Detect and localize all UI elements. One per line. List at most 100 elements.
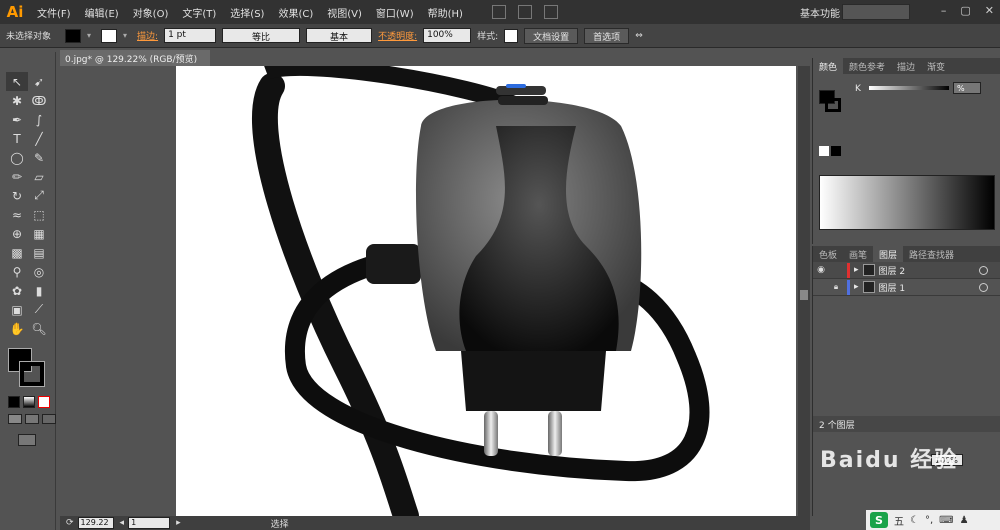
restore-icon[interactable]: ▢	[960, 4, 970, 17]
artboard-field[interactable]: 1	[128, 517, 171, 529]
none-mode-icon[interactable]	[38, 396, 50, 408]
moon-icon[interactable]: ☾	[910, 515, 919, 526]
tab-layers[interactable]: 图层	[873, 246, 904, 262]
ellipse-tool-icon[interactable]: ◯	[6, 148, 28, 167]
style-swatch[interactable]	[504, 28, 519, 43]
menu-effect[interactable]: 效果(C)	[271, 5, 320, 20]
stroke-label[interactable]: 描边:	[137, 29, 158, 42]
draw-normal-icon[interactable]	[8, 414, 22, 424]
draw-behind-icon[interactable]	[25, 414, 39, 424]
panel-stroke-swatch[interactable]	[825, 98, 841, 112]
stroke-swatch[interactable]	[101, 28, 118, 43]
symbol-sprayer-icon[interactable]: ✿	[6, 281, 28, 300]
document-setup-button[interactable]: 文档设置	[524, 27, 579, 44]
hand-tool-icon[interactable]: ✋	[6, 319, 28, 338]
tab-swatches[interactable]: 色板	[813, 246, 843, 262]
prev-artboard-icon[interactable]: ◂	[120, 518, 125, 528]
draw-inside-icon[interactable]	[42, 414, 56, 424]
visibility-eye-icon[interactable]: ◉	[813, 265, 829, 275]
direct-selection-tool-icon[interactable]: ➹	[28, 72, 50, 91]
color-mode-icon[interactable]	[8, 396, 20, 408]
stroke-color-box[interactable]	[19, 361, 45, 387]
workspace-switcher[interactable]: 基本功能	[800, 5, 840, 20]
menu-help[interactable]: 帮助(H)	[421, 5, 470, 20]
canvas[interactable]	[60, 66, 798, 516]
search-input[interactable]	[842, 4, 910, 20]
scrollbar-thumb[interactable]	[800, 290, 808, 300]
tab-color-guide[interactable]: 颜色参考	[843, 58, 891, 74]
tab-brushes[interactable]: 画笔	[843, 246, 873, 262]
expand-arrow-icon[interactable]: ▸	[854, 282, 859, 292]
pen-tool-icon[interactable]: ✒	[6, 110, 28, 129]
opacity-label[interactable]: 不透明度:	[378, 29, 417, 42]
layer-row[interactable]: ◉ ▸ 图层 2	[813, 262, 1000, 279]
menu-type[interactable]: 文字(T)	[175, 5, 223, 20]
column-graph-icon[interactable]: ▮	[28, 281, 50, 300]
arrange-icon[interactable]: ⇔	[635, 31, 643, 41]
arrange-documents-icon[interactable]	[517, 5, 532, 19]
bridge-icon[interactable]	[491, 5, 506, 19]
opacity-field[interactable]: 100%	[423, 28, 472, 43]
type-tool-icon[interactable]: T	[6, 129, 28, 148]
fill-swatch[interactable]	[65, 28, 82, 43]
tab-stroke[interactable]: 描边	[891, 58, 921, 74]
shape-builder-icon[interactable]: ⊕	[6, 224, 28, 243]
expand-arrow-icon[interactable]: ▸	[854, 265, 859, 275]
preferences-button[interactable]: 首选项	[584, 27, 630, 44]
white-swatch[interactable]	[819, 146, 829, 156]
blend-tool-icon[interactable]: ◎	[28, 262, 50, 281]
free-transform-icon[interactable]: ⬚	[28, 205, 50, 224]
variable-width-profile[interactable]: 等比	[222, 28, 301, 43]
screen-mode-icon[interactable]	[18, 434, 36, 446]
punctuation-icon[interactable]: °,	[925, 515, 933, 526]
scale-tool-icon[interactable]: ⤢	[28, 186, 50, 205]
gradient-tool-icon[interactable]: ▤	[28, 243, 50, 262]
minimize-icon[interactable]: –	[941, 4, 947, 17]
tab-color[interactable]: 颜色	[813, 58, 844, 74]
perspective-grid-icon[interactable]: ▦	[28, 224, 50, 243]
selection-tool-icon[interactable]: ↖	[6, 72, 28, 91]
menu-select[interactable]: 选择(S)	[223, 5, 271, 20]
layer-target-icon[interactable]	[979, 265, 988, 275]
skin-icon[interactable]: ♟	[960, 515, 969, 526]
stroke-weight-field[interactable]: 1 pt	[164, 28, 217, 43]
gradient-mode-icon[interactable]	[23, 396, 35, 408]
document-tab[interactable]: 0.jpg* @ 129.22% (RGB/预览)	[60, 50, 210, 66]
ime-mode[interactable]: 五	[894, 513, 904, 528]
warp-tool-icon[interactable]: ≈	[6, 205, 28, 224]
black-swatch[interactable]	[831, 146, 841, 156]
tab-gradient[interactable]: 渐变	[921, 58, 951, 74]
close-icon[interactable]: ✕	[985, 4, 994, 17]
brush-definition[interactable]: 基本	[306, 28, 373, 43]
slice-tool-icon[interactable]: ⟋	[28, 300, 50, 319]
chevron-down-icon[interactable]: ▾	[87, 31, 95, 40]
lock-icon[interactable]: 🔒︎	[829, 282, 843, 292]
pencil-icon[interactable]: ✏	[6, 167, 28, 186]
zoom-field[interactable]: 129.22	[77, 517, 114, 529]
eyedropper-icon[interactable]: ⚲	[6, 262, 28, 281]
menu-file[interactable]: 文件(F)	[30, 5, 78, 20]
paintbrush-icon[interactable]: ✎	[28, 148, 50, 167]
menu-window[interactable]: 窗口(W)	[369, 5, 421, 20]
magic-wand-icon[interactable]: ✱	[6, 91, 28, 110]
layer-target-icon[interactable]	[979, 282, 988, 292]
zoom-tool-icon[interactable]: 🔍︎	[28, 319, 50, 338]
next-artboard-icon[interactable]: ▸	[176, 518, 181, 528]
layer-name[interactable]: 图层 1	[879, 281, 906, 294]
keyboard-icon[interactable]: ⌨	[939, 515, 953, 526]
curvature-tool-icon[interactable]: ∫	[28, 110, 50, 129]
lasso-icon[interactable]: ↂ	[28, 91, 50, 110]
rotate-tool-icon[interactable]: ↻	[6, 186, 28, 205]
layer-name[interactable]: 图层 2	[879, 264, 906, 277]
line-tool-icon[interactable]: ╱	[28, 129, 50, 148]
menu-object[interactable]: 对象(O)	[126, 5, 176, 20]
k-slider[interactable]	[869, 86, 949, 90]
artboard-tool-icon[interactable]: ▣	[6, 300, 28, 319]
tab-pathfinder[interactable]: 路径查找器	[903, 246, 960, 262]
layer-row[interactable]: 🔒︎ ▸ 图层 1	[813, 279, 1000, 296]
color-spectrum[interactable]	[819, 175, 995, 230]
menu-view[interactable]: 视图(V)	[320, 5, 369, 20]
gpu-performance-icon[interactable]	[543, 5, 558, 19]
chevron-down-icon[interactable]: ▾	[123, 31, 131, 40]
ime-logo-icon[interactable]: S	[870, 512, 888, 528]
